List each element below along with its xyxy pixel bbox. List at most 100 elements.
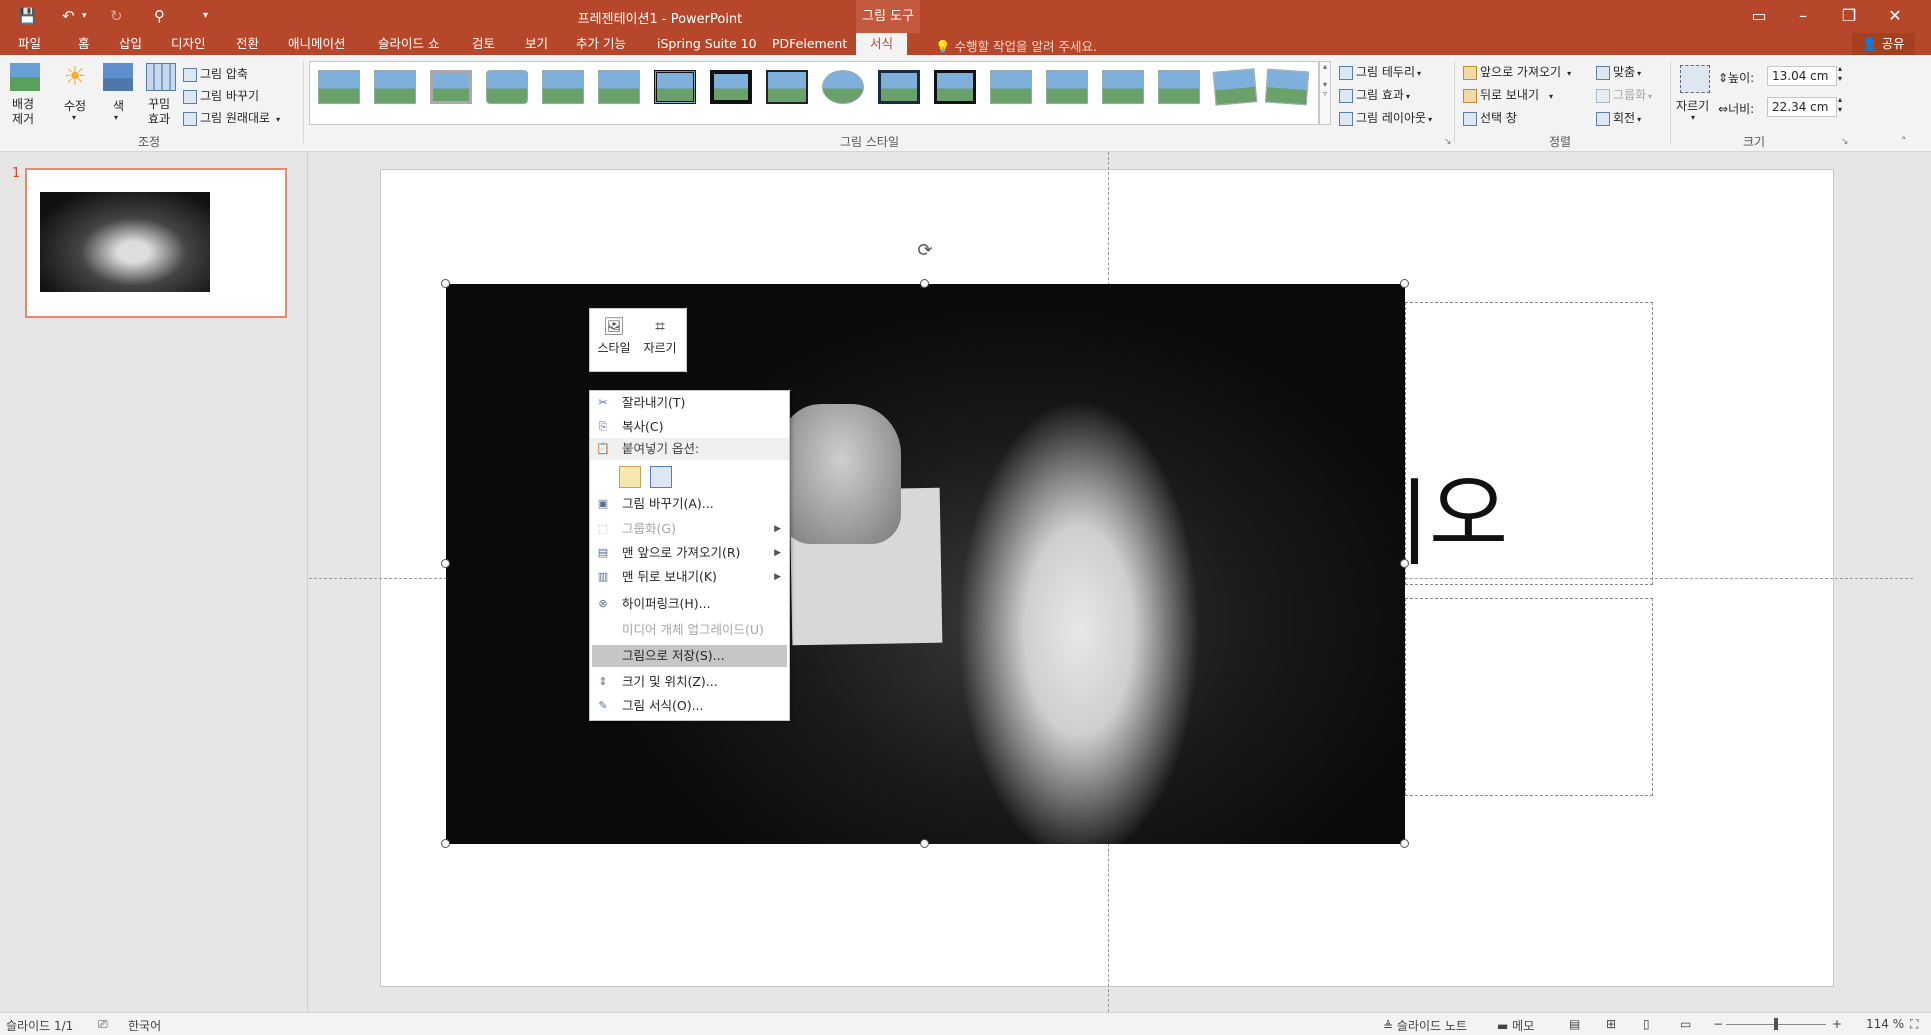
corrections-button[interactable]: 수정: [64, 97, 86, 114]
picture-effects-button[interactable]: 그림 효과 ▾: [1339, 86, 1410, 103]
menu-cut[interactable]: ✂ 잘라내기(T): [590, 392, 789, 414]
close-button[interactable]: ✕: [1880, 4, 1910, 28]
picture-style-thumb[interactable]: [1046, 70, 1088, 104]
resize-handle[interactable]: [441, 279, 450, 288]
menu-save-as-picture[interactable]: 그림으로 저장(S)...: [592, 645, 787, 667]
remove-background-icon[interactable]: [10, 63, 40, 91]
menu-bring-to-front[interactable]: ▤ 맨 앞으로 가져오기(R) ▶: [590, 542, 789, 564]
menu-send-to-back[interactable]: ▥ 맨 뒤로 보내기(K) ▶: [590, 566, 789, 588]
tab-insert[interactable]: 삽입: [115, 35, 146, 55]
group-button[interactable]: 그룹화 ▾: [1596, 86, 1652, 103]
picture-style-thumb[interactable]: [822, 70, 864, 104]
resize-handle[interactable]: [441, 559, 450, 568]
rotate-handle-icon[interactable]: ⟳: [914, 240, 936, 262]
picture-border-button[interactable]: 그림 테두리 ▾: [1339, 63, 1421, 80]
zoom-level[interactable]: 114 %: [1866, 1017, 1904, 1031]
style-button[interactable]: 🖼 스타일: [592, 315, 636, 356]
collapse-ribbon-icon[interactable]: ˄: [1901, 135, 1907, 148]
picture-style-thumb[interactable]: [990, 70, 1032, 104]
tab-design[interactable]: 디자인: [167, 35, 210, 55]
notes-button[interactable]: ≜ 슬라이드 노트: [1383, 1017, 1467, 1034]
picture-style-thumb[interactable]: [766, 70, 808, 104]
crop-icon[interactable]: [1680, 65, 1710, 93]
artistic-effects-button[interactable]: 꾸밈 효과: [148, 97, 170, 127]
rotate-button[interactable]: 회전 ▾: [1596, 109, 1641, 126]
compress-pictures-button[interactable]: 그림 압축: [183, 65, 248, 82]
slide-thumbnail[interactable]: [25, 168, 287, 318]
share-button[interactable]: 👤 공유: [1852, 33, 1915, 55]
picture-layout-button[interactable]: 그림 레이아웃 ▾: [1339, 109, 1432, 126]
remove-background-button[interactable]: 배경 제거: [12, 97, 34, 127]
selection-pane-button[interactable]: 선택 창: [1463, 109, 1517, 126]
tab-animations[interactable]: 애니메이션: [284, 35, 350, 55]
minimize-button[interactable]: –: [1788, 4, 1818, 28]
artistic-effects-icon[interactable]: [146, 63, 176, 91]
change-picture-button[interactable]: 그림 바꾸기: [183, 87, 259, 104]
width-input[interactable]: 22.34 cm: [1767, 97, 1837, 117]
picture-style-thumb[interactable]: [486, 70, 528, 104]
align-button[interactable]: 맞춤 ▾: [1596, 63, 1641, 80]
resize-handle[interactable]: [1400, 559, 1409, 568]
tab-format[interactable]: 서식: [856, 33, 908, 55]
menu-upgrade-media[interactable]: 미디어 개체 업그레이드(U): [590, 619, 789, 641]
menu-copy[interactable]: ⎘ 복사(C): [590, 416, 789, 438]
paste-keep-formatting-icon[interactable]: [619, 466, 641, 488]
tab-file[interactable]: 파일: [14, 35, 45, 55]
picture-style-thumb[interactable]: [1264, 68, 1310, 106]
tab-home[interactable]: 홈: [74, 35, 94, 55]
normal-view-icon[interactable]: ▤: [1569, 1017, 1580, 1031]
menu-group[interactable]: ⬚ 그룹화(G) ▶: [590, 518, 789, 540]
fit-to-window-icon[interactable]: ⛶: [1910, 1017, 1918, 1032]
tab-transitions[interactable]: 전환: [232, 35, 263, 55]
picture-style-thumb[interactable]: [654, 70, 696, 104]
picture-style-thumb[interactable]: [318, 70, 360, 104]
send-backward-button[interactable]: 뒤로 보내기 ▾: [1463, 86, 1553, 103]
language-indicator[interactable]: 한국어: [128, 1017, 161, 1034]
crop-button[interactable]: 자르기: [1676, 97, 1709, 114]
picture-style-thumb[interactable]: [598, 70, 640, 104]
picture-styles-gallery[interactable]: [309, 61, 1319, 125]
ribbon-display-options-button[interactable]: ▭: [1744, 4, 1774, 28]
resize-handle[interactable]: [920, 839, 929, 848]
reset-picture-button[interactable]: 그림 원래대로 ▾: [183, 109, 280, 126]
picture-style-thumb[interactable]: [710, 70, 752, 104]
picture-style-thumb[interactable]: [1212, 68, 1258, 106]
tell-me-search[interactable]: 💡 수행할 작업을 알려 주세요.: [935, 36, 1097, 55]
dialog-launcher-icon[interactable]: ↘: [1444, 137, 1452, 147]
accessibility-icon[interactable]: ⎚: [98, 1017, 108, 1032]
picture-style-thumb[interactable]: [542, 70, 584, 104]
color-button[interactable]: 색: [113, 97, 124, 114]
picture-style-thumb[interactable]: [1158, 70, 1200, 104]
height-input[interactable]: 13.04 cm: [1767, 66, 1837, 86]
picture-style-thumb[interactable]: [934, 70, 976, 104]
resize-handle[interactable]: [1400, 279, 1409, 288]
subtitle-placeholder[interactable]: [1405, 598, 1653, 796]
resize-handle[interactable]: [920, 279, 929, 288]
maximize-button[interactable]: ❐: [1834, 4, 1864, 28]
picture-style-thumb[interactable]: [878, 70, 920, 104]
crop-mini-button[interactable]: ⌗ 자르기: [638, 315, 682, 356]
width-spinner[interactable]: ▴ ▾: [1838, 95, 1842, 115]
tab-view[interactable]: 보기: [521, 35, 552, 55]
color-icon[interactable]: [103, 63, 133, 91]
slideshow-icon[interactable]: ▭: [1680, 1017, 1691, 1031]
tab-review[interactable]: 검토: [468, 35, 499, 55]
bring-forward-button[interactable]: 앞으로 가져오기 ▾: [1463, 63, 1571, 80]
menu-format-picture[interactable]: ✎ 그림 서식(O)...: [590, 695, 789, 717]
slide-sorter-icon[interactable]: ⊞: [1606, 1017, 1616, 1031]
menu-hyperlink[interactable]: ⊗ 하이퍼링크(H)...: [590, 593, 789, 615]
comments-button[interactable]: ▬ 메모: [1497, 1017, 1534, 1034]
paste-as-picture-icon[interactable]: [650, 466, 672, 488]
menu-change-picture[interactable]: ▣ 그림 바꾸기(A)...: [590, 493, 789, 515]
zoom-out-icon[interactable]: −: [1713, 1017, 1723, 1031]
tab-slideshow[interactable]: 슬라이드 쇼: [374, 35, 443, 55]
picture-style-thumb[interactable]: [430, 70, 472, 104]
tab-pdfelement[interactable]: PDFelement: [768, 35, 851, 55]
resize-handle[interactable]: [441, 839, 450, 848]
reading-view-icon[interactable]: ▯: [1643, 1017, 1650, 1031]
picture-style-thumb[interactable]: [374, 70, 416, 104]
zoom-in-icon[interactable]: +: [1832, 1017, 1842, 1031]
sun-icon[interactable]: ☀: [60, 63, 90, 91]
tab-ispring[interactable]: iSpring Suite 10: [653, 35, 761, 55]
height-spinner[interactable]: ▴ ▾: [1838, 64, 1842, 84]
